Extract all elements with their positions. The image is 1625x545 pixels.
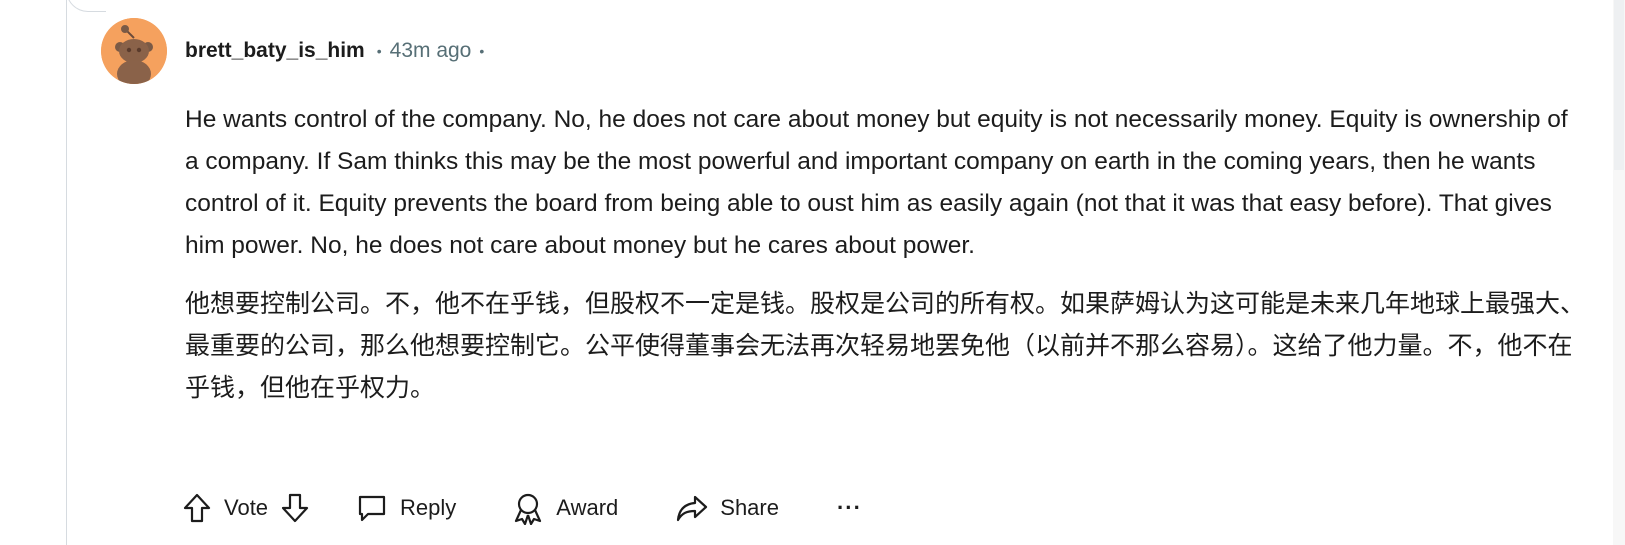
award-ribbon-icon xyxy=(512,491,544,525)
comment-text-english: He wants control of the company. No, he … xyxy=(185,106,1568,259)
comment-header: brett_baty_is_him • 43m ago • xyxy=(185,36,484,66)
share-arrow-icon xyxy=(676,493,708,523)
comment-text-chinese: 他想要控制公司。不，他不在乎钱，但股权不一定是钱。股权是公司的所有权。如果萨姆认… xyxy=(185,289,1586,402)
comment-page: brett_baty_is_him • 43m ago • He wants c… xyxy=(0,0,1625,545)
meta-separator: • xyxy=(376,43,382,59)
timestamp[interactable]: 43m ago xyxy=(390,39,472,63)
thread-connector xyxy=(66,0,106,12)
comment-body: He wants control of the company. No, he … xyxy=(185,99,1585,409)
meta-separator-trailing: • xyxy=(479,43,485,59)
snoo-avatar-icon xyxy=(101,18,167,84)
reply-label: Reply xyxy=(400,495,457,520)
award-button[interactable]: Award xyxy=(512,491,618,525)
more-options-icon: ··· xyxy=(836,495,862,520)
vote-label: Vote xyxy=(224,495,269,520)
thread-line[interactable] xyxy=(66,0,67,545)
avatar[interactable] xyxy=(101,18,167,84)
reply-button[interactable]: Reply xyxy=(356,492,456,524)
vote-group: Vote xyxy=(182,492,310,524)
award-label: Award xyxy=(556,495,619,520)
comment-meta: • 43m ago • xyxy=(377,39,485,63)
speech-bubble-icon xyxy=(356,492,388,524)
scrollbar-thumb[interactable] xyxy=(1614,0,1624,170)
comment-actions: Vote Reply Award Share ··· xyxy=(182,488,862,528)
share-button[interactable]: Share xyxy=(676,493,779,523)
upvote-arrow-icon[interactable] xyxy=(182,492,212,524)
share-label: Share xyxy=(720,495,779,520)
downvote-arrow-icon[interactable] xyxy=(280,492,310,524)
username-link[interactable]: brett_baty_is_him xyxy=(185,39,365,63)
more-options-button[interactable]: ··· xyxy=(837,495,862,521)
